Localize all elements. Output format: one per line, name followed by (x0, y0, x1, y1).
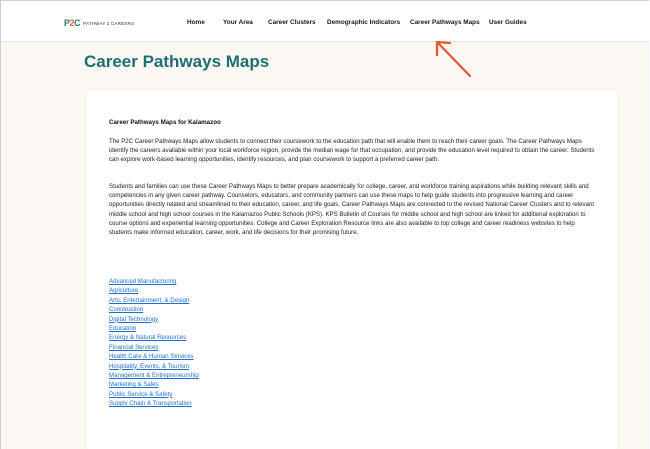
site-logo[interactable]: P2C PATHWAY 2 CAREERS (64, 17, 134, 29)
list-item: Advanced Manufacturing (109, 274, 199, 285)
list-item: Public Service & Safety (109, 387, 199, 398)
details-paragraph: Students and families can use these Care… (109, 183, 595, 237)
list-item: Management & Entrepreneurship (109, 368, 199, 379)
nav-career-pathways-maps[interactable]: Career Pathways Maps (410, 19, 480, 26)
p2c-logo-icon: P2C (64, 17, 81, 28)
list-item: Health Care & Human Services (109, 349, 199, 360)
nav-career-clusters[interactable]: Career Clusters (268, 19, 316, 26)
list-item: Energy & Natural Resources (109, 330, 199, 341)
pathway-links-list: Advanced Manufacturing Agriculture Arts,… (109, 274, 199, 407)
card-heading: Career Pathways Maps for Kalamazoo (109, 119, 221, 126)
annotation-arrow-icon (435, 40, 472, 78)
content-card: Career Pathways Maps for Kalamazoo The P… (87, 90, 617, 449)
logo-text: PATHWAY 2 CAREERS (83, 20, 135, 26)
nav-home[interactable]: Home (187, 19, 205, 26)
link-supply-chain-transportation[interactable]: Supply Chain & Transportation (109, 400, 192, 407)
list-item: Arts, Entertainment, & Design (109, 293, 199, 304)
nav-your-area[interactable]: Your Area (223, 19, 253, 26)
page-title: Career Pathways Maps (84, 52, 270, 71)
intro-paragraph: The P2C Career Pathways Maps allow stude… (109, 138, 595, 164)
list-item: Supply Chain & Transportation (109, 396, 199, 407)
nav-user-guides[interactable]: User Guides (489, 19, 527, 26)
nav-demographic-indicators[interactable]: Demographic Indicators (327, 19, 400, 26)
list-item: Digital Technology (109, 312, 199, 323)
list-item: Hospitality, Events, & Tourism (109, 359, 199, 370)
top-nav-bar: P2C PATHWAY 2 CAREERS Home Your Area Car… (1, 1, 649, 42)
